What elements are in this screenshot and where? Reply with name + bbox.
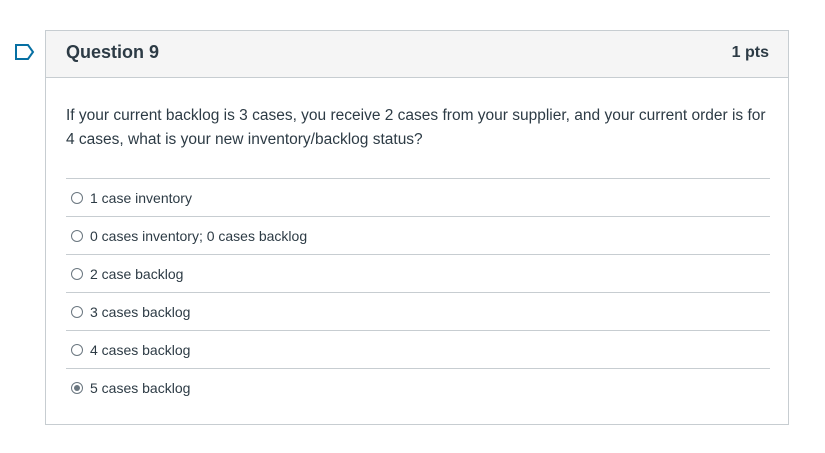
answer-option[interactable]: 3 cases backlog bbox=[66, 292, 770, 330]
answer-label: 3 cases backlog bbox=[90, 303, 191, 320]
answer-option[interactable]: 5 cases backlog bbox=[66, 368, 770, 406]
radio-button[interactable] bbox=[71, 267, 83, 280]
answer-label: 5 cases backlog bbox=[90, 379, 191, 396]
radio-button-selected[interactable] bbox=[71, 381, 83, 394]
answer-option[interactable]: 2 case backlog bbox=[66, 254, 770, 292]
answer-option[interactable]: 0 cases inventory; 0 cases backlog bbox=[66, 216, 770, 254]
answer-option[interactable]: 1 case inventory bbox=[66, 178, 770, 216]
radio-button[interactable] bbox=[71, 305, 83, 318]
answer-label: 0 cases inventory; 0 cases backlog bbox=[90, 227, 308, 244]
answer-label: 2 case backlog bbox=[90, 265, 184, 282]
answer-label: 1 case inventory bbox=[90, 189, 192, 206]
question-text: If your current backlog is 3 cases, you … bbox=[66, 107, 766, 148]
question-points: 1 pts bbox=[731, 44, 769, 61]
answer-list: 1 case inventory 0 cases inventory; 0 ca… bbox=[66, 178, 770, 406]
answer-label: 4 cases backlog bbox=[90, 341, 191, 358]
radio-button[interactable] bbox=[71, 343, 83, 356]
radio-button[interactable] bbox=[71, 191, 83, 204]
radio-button[interactable] bbox=[71, 229, 83, 242]
question-card: Question 9 1 pts If your current backlog… bbox=[45, 30, 789, 425]
answer-option[interactable]: 4 cases backlog bbox=[66, 330, 770, 368]
question-title: Question 9 bbox=[66, 42, 160, 62]
question-header: Question 9 1 pts bbox=[46, 31, 788, 78]
flag-question-icon[interactable] bbox=[15, 44, 35, 60]
